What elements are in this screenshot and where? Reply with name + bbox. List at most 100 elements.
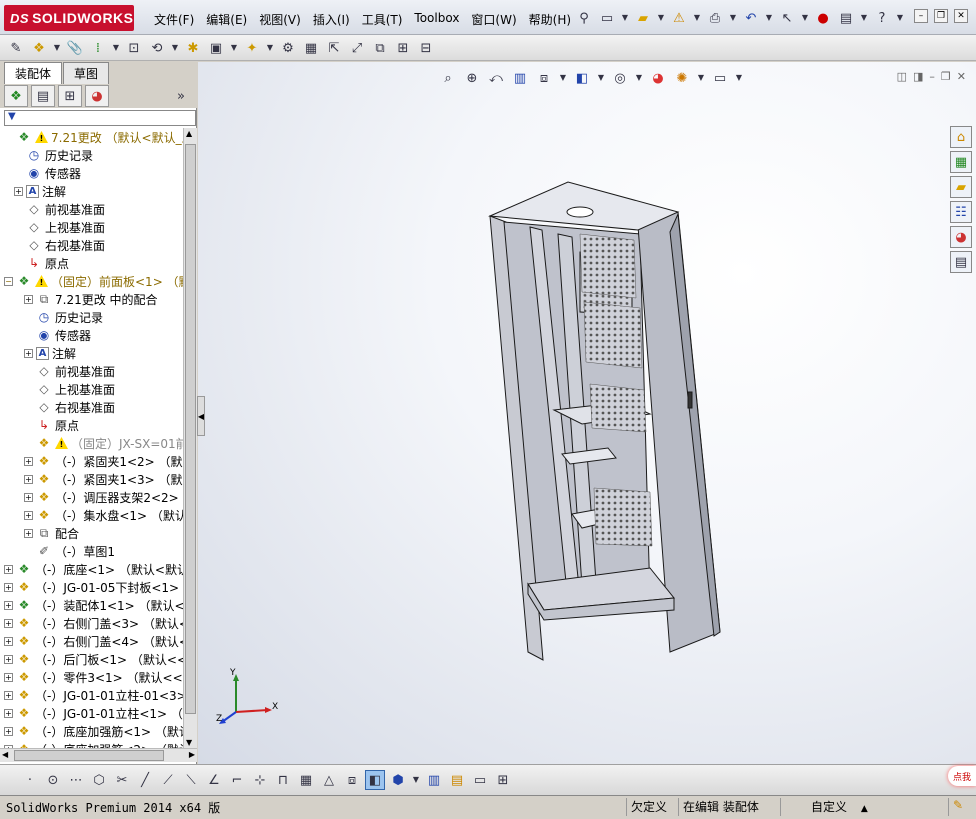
open-folder-icon[interactable]: ▰ xyxy=(633,8,653,28)
bill-of-materials-icon[interactable]: ▦ xyxy=(301,38,321,58)
chevron-down-icon[interactable]: ▼ xyxy=(764,8,774,28)
polygon-icon[interactable]: ⬡ xyxy=(89,770,109,790)
rebuild-status-icon[interactable]: ✎ xyxy=(948,798,963,816)
tree-node[interactable]: + A 注解 xyxy=(24,344,76,362)
grid-icon[interactable]: ▦ xyxy=(296,770,316,790)
expand-icon[interactable]: + xyxy=(24,492,33,502)
tree-node[interactable]: + ❖ （-）JG-01-05下封板<1> - xyxy=(4,578,183,596)
new-motion-study-icon[interactable]: ⚙ xyxy=(278,38,298,58)
corner-badge[interactable]: 点我 xyxy=(948,766,976,786)
color-bars-icon[interactable]: ▤ xyxy=(447,770,467,790)
dotted-line-icon[interactable]: ⋯ xyxy=(66,770,86,790)
restore-icon[interactable]: ❐ xyxy=(934,9,948,23)
tab-sketch[interactable]: 草图 xyxy=(63,62,110,84)
options-icon[interactable]: ▤ xyxy=(836,8,856,28)
new-document-icon[interactable]: ▭ xyxy=(597,8,617,28)
tree-node[interactable]: + ❖ （-）底座<1> （默认<默认_ xyxy=(4,560,183,578)
tree-filter[interactable]: ▼ xyxy=(4,110,196,126)
status-units[interactable]: 自定义 ▲ xyxy=(780,798,900,816)
smart-dimension-icon[interactable]: ⊹ xyxy=(250,770,270,790)
solidworks-logo[interactable]: DS SOLIDWORKS xyxy=(4,5,134,31)
menu-item[interactable]: 工具(T) xyxy=(356,9,409,30)
expand-panel-icon[interactable]: » xyxy=(169,85,193,107)
single-view-icon[interactable]: ▭ xyxy=(470,770,490,790)
minimize-icon[interactable]: – xyxy=(914,9,928,23)
menu-item[interactable]: 文件(F) xyxy=(148,9,200,30)
box-icon[interactable]: ⧈ xyxy=(342,770,362,790)
tree-node[interactable]: + ❖ （-）紧固夹1<2> （默认 xyxy=(24,452,183,470)
convert-entities-icon[interactable]: ⟋ xyxy=(158,770,178,790)
clearance-verification-icon[interactable]: ⊞ xyxy=(393,38,413,58)
menu-item[interactable]: 视图(V) xyxy=(253,9,307,30)
interference-detection-icon[interactable]: ⧉ xyxy=(370,38,390,58)
expand-icon[interactable]: + xyxy=(4,654,13,664)
tree-node[interactable]: ↳ 原点 xyxy=(14,254,69,272)
tree-node[interactable]: + ❖ （-）后门板<1> （默认<<默 xyxy=(4,650,183,668)
configuration-manager-icon[interactable]: ⊞ xyxy=(58,85,82,107)
four-view-icon[interactable]: ⊞ xyxy=(493,770,513,790)
panel-splitter[interactable]: ◀ xyxy=(197,396,205,436)
tab-assembly[interactable]: 装配体 xyxy=(4,62,63,84)
pin-icon[interactable]: ⚲ xyxy=(574,8,594,28)
offset-icon[interactable]: ⟍ xyxy=(181,770,201,790)
tree-node[interactable]: ◇ 右视基准面 xyxy=(14,236,105,254)
line-icon[interactable]: ╱ xyxy=(135,770,155,790)
scroll-up-arrow-icon[interactable]: ▲ xyxy=(186,129,192,138)
tree-node[interactable]: ↳ 原点 xyxy=(24,416,79,434)
insert-component-icon[interactable]: ❖ xyxy=(29,38,49,58)
select-pointer-icon[interactable]: ↖ xyxy=(777,8,797,28)
tree-node[interactable]: ◇ 前视基准面 xyxy=(24,362,115,380)
chevron-down-icon[interactable]: ▼ xyxy=(411,770,421,790)
corner-rect-icon[interactable]: ⌐ xyxy=(227,770,247,790)
section-icon[interactable]: ▥ xyxy=(424,770,444,790)
smart-fasteners-icon[interactable]: ⊡ xyxy=(124,38,144,58)
tree-node[interactable]: + ❖ （-）JG-01-01立柱-01<3> xyxy=(4,686,183,704)
tree-node[interactable]: + ❖ （-）零件3<1> （默认<<默认 xyxy=(4,668,183,686)
chevron-down-icon[interactable]: ▼ xyxy=(656,8,666,28)
help-icon[interactable]: ? xyxy=(872,8,892,28)
expand-icon[interactable]: + xyxy=(14,186,23,196)
scrollbar-thumb[interactable] xyxy=(185,144,196,714)
chevron-down-icon[interactable]: ▼ xyxy=(111,38,121,58)
hole-alignment-icon[interactable]: ⊟ xyxy=(416,38,436,58)
linear-pattern-icon[interactable]: ⁞ xyxy=(88,38,108,58)
tree-node[interactable]: ◉ 传感器 xyxy=(24,326,91,344)
close-icon[interactable]: ✕ xyxy=(954,9,968,23)
cabinet-3d-model[interactable] xyxy=(198,62,976,764)
tree-node[interactable]: + ❖ （-）调压器支架2<2> （ xyxy=(24,488,183,506)
expand-icon[interactable]: + xyxy=(4,618,13,628)
mate-icon[interactable]: 📎 xyxy=(65,38,85,58)
warning-icon[interactable]: ⚠ xyxy=(669,8,689,28)
menu-item[interactable]: Toolbox xyxy=(408,9,465,30)
print-icon[interactable]: ⎙ xyxy=(705,8,725,28)
expand-icon[interactable]: + xyxy=(4,690,13,700)
expand-icon[interactable]: + xyxy=(4,564,13,574)
tree-node[interactable]: + A 注解 xyxy=(14,182,66,200)
tree-node[interactable]: + ❖ （-）右侧门盖<4> （默认<< xyxy=(4,632,183,650)
tree-node[interactable]: + ❖ （-）集水盘<1> （默认< xyxy=(24,506,183,524)
chevron-down-icon[interactable]: ▼ xyxy=(52,38,62,58)
scroll-down-arrow-icon[interactable]: ▼ xyxy=(186,738,192,747)
scroll-left-arrow-icon[interactable]: ◀ xyxy=(2,750,8,759)
expand-icon[interactable]: + xyxy=(4,636,13,646)
expand-icon[interactable]: + xyxy=(24,456,33,466)
tree-node[interactable]: ✐ （-）草图1 xyxy=(24,542,115,560)
expand-icon[interactable]: + xyxy=(4,726,13,736)
triangle-icon[interactable]: △ xyxy=(319,770,339,790)
chevron-down-icon[interactable]: ▼ xyxy=(895,8,905,28)
menu-item[interactable]: 帮助(H) xyxy=(523,9,577,30)
tree-node[interactable]: ◉ 传感器 xyxy=(14,164,81,182)
circle-icon[interactable]: ⊙ xyxy=(43,770,63,790)
rebuild-traffic-light-icon[interactable]: ● xyxy=(813,8,833,28)
tree-node[interactable]: + ⧉ 配合 xyxy=(24,524,79,542)
expand-icon[interactable]: + xyxy=(24,528,33,538)
cube-view-icon[interactable]: ⬢ xyxy=(388,770,408,790)
expand-icon[interactable]: + xyxy=(24,510,33,520)
tree-node[interactable]: −❖!（固定）前面板<1> （默认 xyxy=(4,272,183,290)
tree-node[interactable]: ◇ 上视基准面 xyxy=(24,380,115,398)
exploded-view-icon[interactable]: ⇱ xyxy=(324,38,344,58)
tree-node[interactable]: + ❖ （-）底座加强筋<1> （默认 xyxy=(4,722,183,740)
display-manager-icon[interactable]: ◕ xyxy=(85,85,109,107)
tree-node[interactable]: ◇ 前视基准面 xyxy=(14,200,105,218)
angle-icon[interactable]: ∠ xyxy=(204,770,224,790)
